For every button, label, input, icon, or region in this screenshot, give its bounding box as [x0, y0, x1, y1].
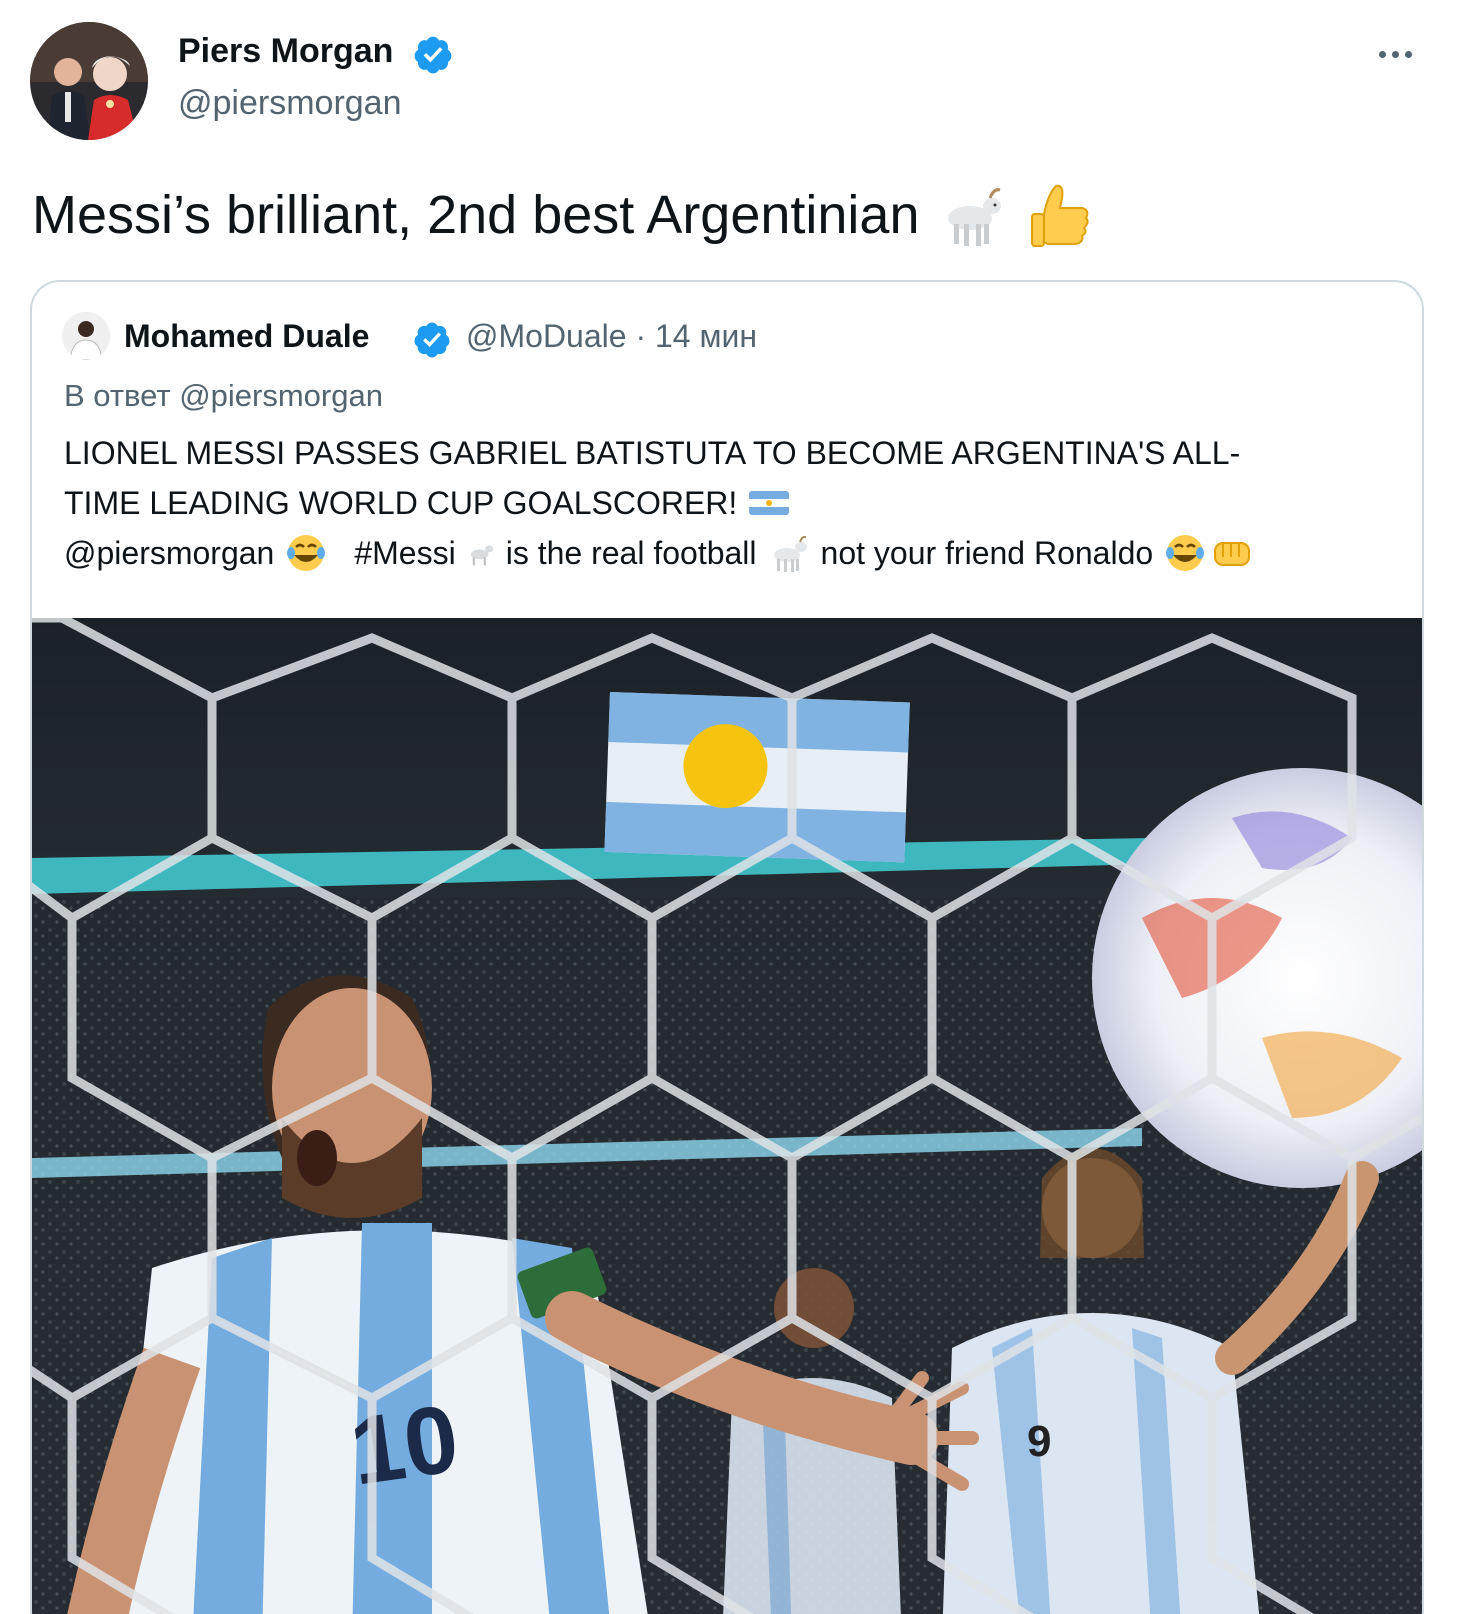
fist-emoji-icon — [1214, 542, 1251, 566]
tweet-text-content: Messi’s brilliant, 2nd best Argentinian — [32, 185, 920, 245]
tweet-text: Messi’s brilliant, 2nd best Argentinian — [32, 180, 1096, 250]
author-avatar[interactable] — [30, 22, 148, 140]
quoted-tweet-text: LIONEL MESSI PASSES GABRIEL BATISTUTA TO… — [64, 428, 1404, 578]
player-number-10: 10 — [344, 1385, 465, 1506]
author-name[interactable]: Piers Morgan — [178, 32, 393, 71]
more-dot-icon — [1378, 50, 1386, 58]
quoted-author-name[interactable]: Mohamed Duale — [124, 318, 369, 355]
quoted-line-3-end: not your friend Ronaldo — [820, 535, 1154, 571]
quoted-tweet-photo[interactable]: 9 10 — [32, 618, 1422, 1614]
quoted-line-2: TIME LEADING WORLD CUP GOALSCORER! — [64, 478, 1404, 528]
quoted-line-2-text: TIME LEADING WORLD CUP GOALSCORER! — [64, 485, 738, 521]
football-celebration-image: 9 10 — [32, 618, 1422, 1614]
player-number-9: 9 — [1027, 1417, 1051, 1466]
more-dot-icon — [1404, 50, 1412, 58]
thumbs-up-emoji-icon — [1030, 184, 1089, 247]
mention-link[interactable]: @piersmorgan — [64, 528, 274, 578]
author-handle[interactable]: @piersmorgan — [178, 84, 402, 123]
author-avatar-image — [30, 22, 148, 140]
laughing-tears-emoji-icon — [287, 535, 326, 571]
quoted-handle-time[interactable]: @MoDuale · 14 мин — [466, 318, 757, 355]
tweet: Piers Morgan @piersmorgan Messi’s brilli… — [0, 0, 1460, 1614]
laughing-tears-emoji-icon — [1166, 535, 1205, 571]
argentina-flag-emoji-icon — [749, 491, 790, 515]
quoted-line-3-mid: is the real football — [505, 535, 757, 571]
quoted-avatar-image — [62, 312, 110, 360]
goat-emoji-icon — [947, 188, 1001, 246]
more-options-button[interactable] — [1370, 36, 1420, 72]
quoted-tweet-card[interactable]: Mohamed Duale @MoDuale · 14 мин В ответ … — [30, 280, 1424, 1614]
quoted-line-1: LIONEL MESSI PASSES GABRIEL BATISTUTA TO… — [64, 435, 1241, 471]
goat-emoji-icon — [773, 535, 807, 572]
reply-to-label[interactable]: В ответ @piersmorgan — [64, 378, 383, 414]
goat-emoji-small-icon — [470, 545, 493, 566]
hashtag-link[interactable]: #Messi — [354, 528, 455, 578]
quoted-line-3: @piersmorgan #Messi is the real football… — [64, 528, 1404, 578]
more-dot-icon — [1391, 50, 1399, 58]
quoted-author-avatar[interactable] — [62, 312, 110, 360]
quoted-verified-badge-icon — [414, 322, 450, 358]
verified-badge-icon — [414, 36, 452, 74]
